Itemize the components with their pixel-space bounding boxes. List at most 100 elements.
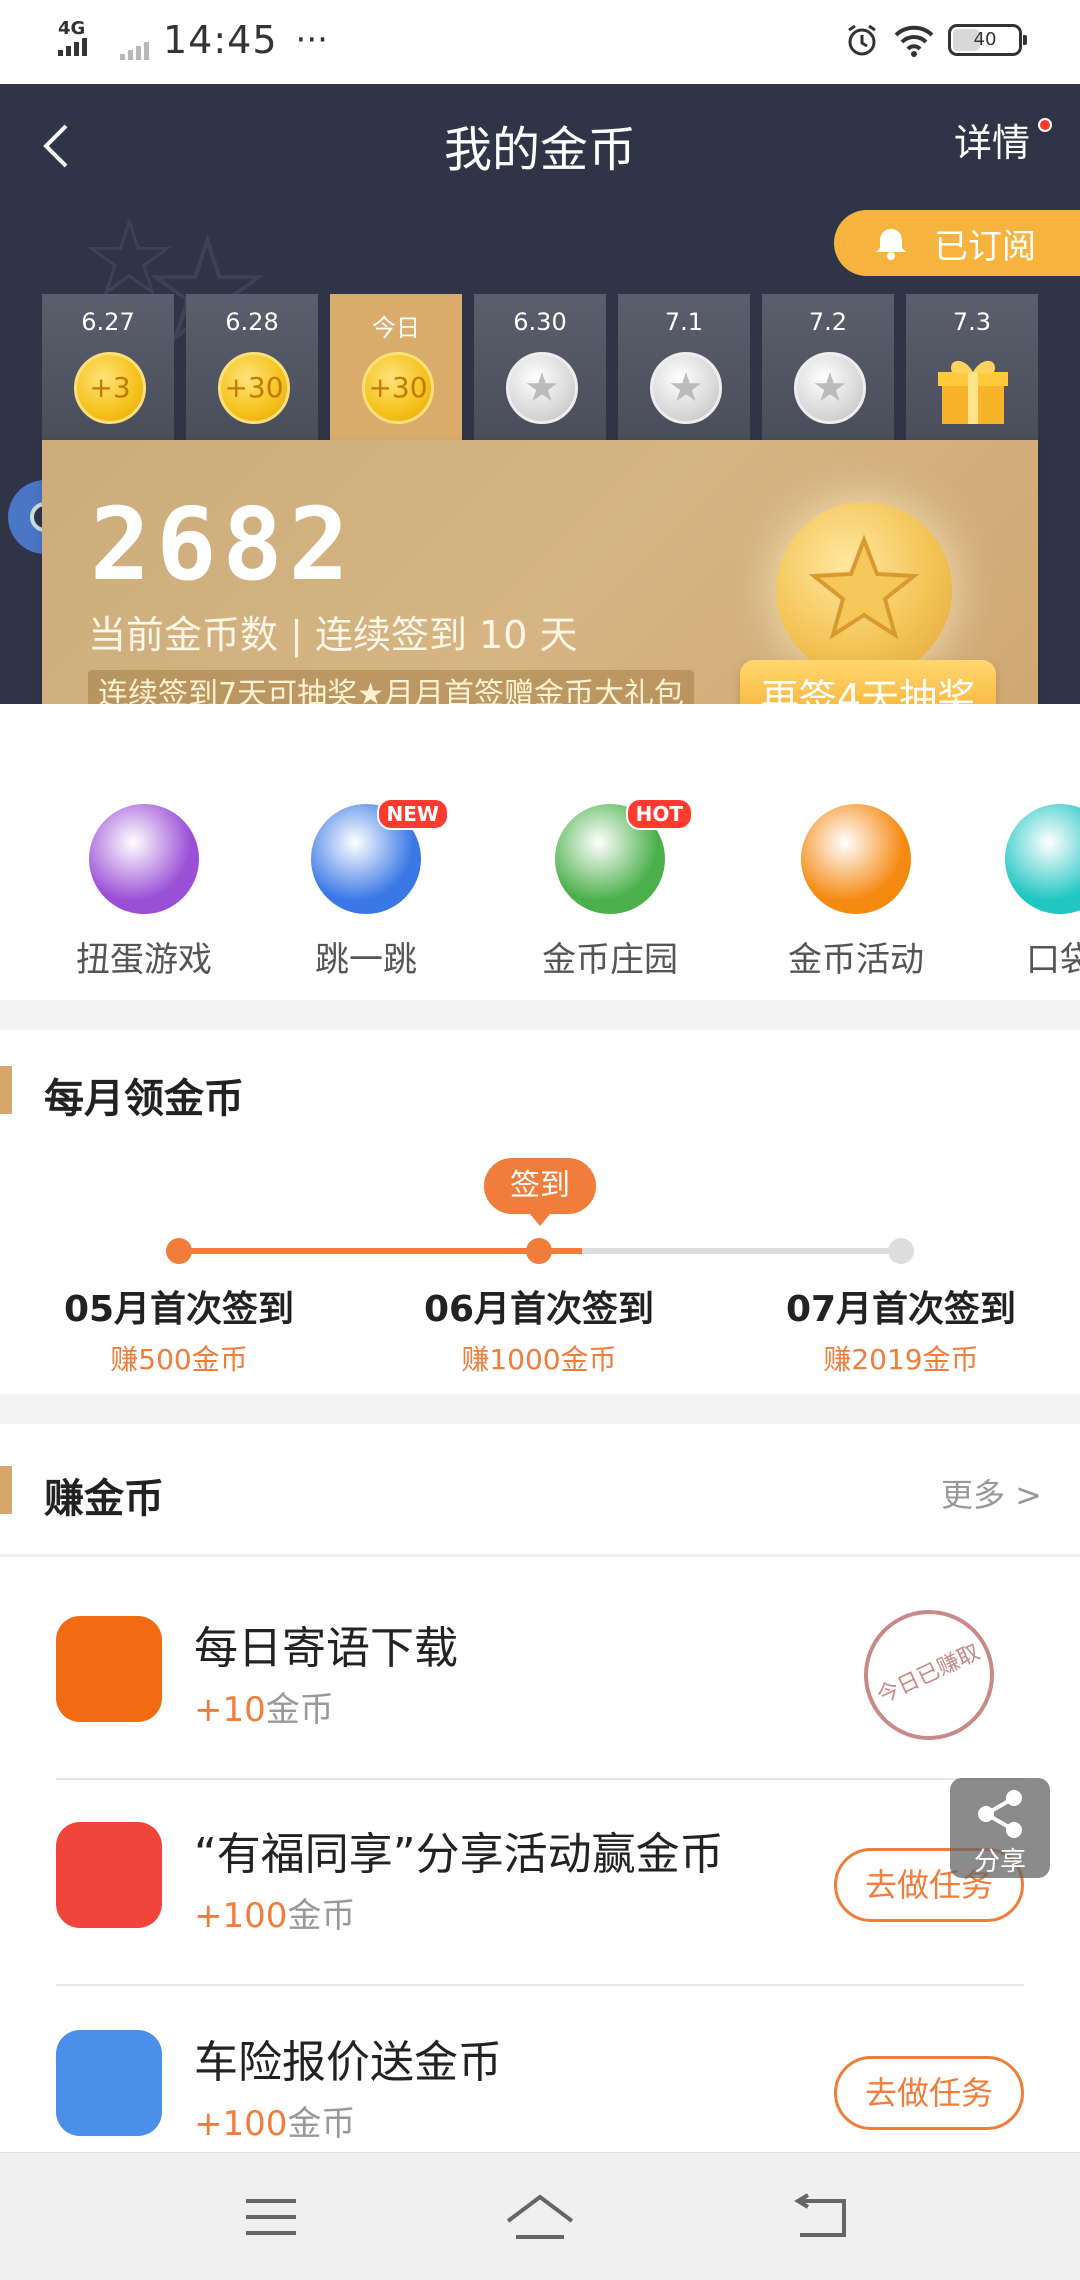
checkin-day-6[interactable]: 7.3: [906, 294, 1038, 442]
menu-icon: [246, 2199, 296, 2235]
checkin-day-1[interactable]: 6.28 +30: [186, 294, 318, 442]
back-nav-button[interactable]: [788, 2187, 858, 2247]
subscribed-label: 已订阅: [934, 226, 1036, 267]
task-icon: [56, 1616, 162, 1722]
task-reward-unit: 金币: [265, 1690, 334, 1730]
feature-badge: HOT: [625, 798, 693, 830]
more-notifications: ···: [295, 20, 328, 60]
home-icon: [506, 2194, 574, 2239]
task-reward-unit: 金币: [287, 2104, 356, 2144]
menu-button[interactable]: [236, 2187, 306, 2247]
feature-icon: [801, 804, 911, 914]
feature-icon: NEW: [311, 798, 449, 914]
status-bar: 4G 14:45 ··· 40: [0, 0, 1080, 84]
feature-icon: [89, 804, 199, 914]
feature-row: 扭蛋游戏 NEW 跳一跳 HOT 金币庄园 金币活动 口袋: [0, 704, 1080, 1000]
battery-level: 40: [973, 29, 997, 50]
feature-label: 跳一跳: [315, 940, 417, 980]
feature-label: 口袋: [1026, 940, 1080, 980]
share-icon: [978, 1790, 1022, 1838]
day-label: 今日: [372, 314, 420, 342]
gift-icon: [938, 360, 1008, 424]
page-title: 我的金币: [443, 122, 636, 178]
gold-coin-icon: +30: [218, 352, 290, 424]
milestone-dot-2: [526, 1238, 552, 1264]
silver-coin-icon: ★: [506, 352, 578, 424]
task-row[interactable]: 每日寄语下载 +10金币 今日已赚取: [56, 1574, 1024, 1780]
signal-icon: 4G: [58, 18, 106, 60]
share-float-button[interactable]: 分享: [950, 1778, 1050, 1878]
status-left: 4G 14:45 ···: [58, 18, 328, 62]
task-reward: +100金币: [194, 2096, 355, 2145]
bell-icon: [876, 229, 906, 260]
milestone-reward: 赚2019金币: [823, 1343, 979, 1376]
task-reward-amount: +100: [194, 1896, 288, 1936]
battery-icon: 40: [948, 24, 1027, 56]
silver-coin-icon: ★: [794, 352, 866, 424]
network-type: 4G: [58, 18, 86, 39]
sign-bubble[interactable]: 签到: [484, 1158, 596, 1226]
do-task-button[interactable]: 去做任务: [834, 2056, 1024, 2130]
section-marker: [0, 1066, 12, 1114]
feature-label: 金币庄园: [542, 940, 678, 980]
task-title: 每日寄语下载: [194, 1623, 458, 1674]
checkin-day-2[interactable]: 今日 +30: [330, 294, 462, 444]
milestone-0: 05月首次签到 赚500金币: [19, 1280, 339, 1378]
task-title: 车险报价送金币: [194, 2037, 502, 2088]
day-label: 6.30: [513, 308, 567, 336]
day-label: 6.28: [225, 308, 279, 336]
detail-link[interactable]: 详情: [954, 112, 1030, 167]
feature-item-1[interactable]: NEW 跳一跳: [266, 798, 466, 981]
checkin-day-5[interactable]: 7.2 ★: [762, 294, 894, 442]
feature-item-2[interactable]: HOT 金币庄园: [510, 798, 710, 981]
feature-item-3[interactable]: 金币活动: [756, 804, 956, 981]
day-label: 7.2: [808, 308, 848, 336]
status-right: 40: [844, 22, 1027, 58]
checkin-day-3[interactable]: 6.30 ★: [474, 294, 606, 442]
task-reward-amount: +10: [194, 1690, 266, 1730]
day-label: 6.27: [81, 308, 135, 336]
task-reward: +100金币: [194, 1888, 355, 1937]
milestone-dot-3: [888, 1238, 914, 1264]
checkin-days: 6.27 +3 6.28 +30 今日 +30 6.30 ★ 7.1 ★ 7.2 ★ 7.3: [42, 294, 1038, 444]
task-icon: [56, 1822, 162, 1928]
system-nav-bar: [0, 2152, 1080, 2280]
divider: [56, 1984, 1024, 1986]
day-label: 7.3: [952, 308, 992, 336]
task-reward-unit: 金币: [287, 1896, 356, 1936]
milestone-dot-1: [166, 1238, 192, 1264]
clock: 14:45: [163, 18, 278, 62]
feature-item-0[interactable]: 扭蛋游戏: [44, 804, 244, 981]
task-reward: +10金币: [194, 1682, 334, 1731]
milestone-title: 06月首次签到: [423, 1289, 655, 1330]
monthly-section: 每月领金币 签到 05月首次签到 赚500金币 06月首次签到赚1000金币 07月首…: [0, 1030, 1080, 1394]
checkin-day-0[interactable]: 6.27 +3: [42, 294, 174, 442]
wifi-icon: [894, 25, 934, 57]
nav-bar: 我的金币 详情: [0, 84, 1080, 200]
gold-coin-icon: +3: [74, 352, 146, 424]
more-link[interactable]: 更多 >: [941, 1470, 1042, 1516]
app-screen: 4G 14:45 ··· 40 ☆ ☆ 我的金币 详情 已订阅 6.27 +3 …: [0, 0, 1080, 2280]
coin-subtitle: 当前金币数 | 连续签到 10 天: [88, 613, 578, 657]
feature-label: 金币活动: [788, 940, 924, 980]
checkin-day-4[interactable]: 7.1 ★: [618, 294, 750, 442]
milestone-1: 06月首次签到赚1000金币: [379, 1280, 699, 1378]
feature-item-4[interactable]: 口袋: [960, 804, 1080, 981]
signal2-icon: [120, 20, 149, 60]
task-title: “有福同享”分享活动赢金币: [194, 1829, 724, 1880]
milestone-title: 07月首次签到: [785, 1289, 1017, 1330]
star-coin-icon: [776, 502, 952, 678]
alarm-icon: [848, 24, 876, 56]
section-title-monthly: 每月领金币: [44, 1076, 244, 1122]
milestone-2: 07月首次签到赚2019金币: [741, 1280, 1061, 1378]
day-label: 7.1: [664, 308, 704, 336]
milestone-reward: 赚1000金币: [461, 1343, 617, 1376]
earn-section: 赚金币 更多 > 每日寄语下载 +10金币 今日已赚取 “有福同享”分享活动赢金币 +1…: [0, 1424, 1080, 2154]
home-button[interactable]: [502, 2187, 574, 2247]
share-label: 分享: [973, 1847, 1026, 1877]
gold-coin-icon: +30: [362, 352, 434, 424]
subscribed-button[interactable]: 已订阅: [834, 210, 1080, 276]
return-icon: [794, 2193, 846, 2237]
task-row[interactable]: “有福同享”分享活动赢金币 +100金币 去做任务: [56, 1780, 1024, 1986]
task-reward-amount: +100: [194, 2104, 288, 2144]
